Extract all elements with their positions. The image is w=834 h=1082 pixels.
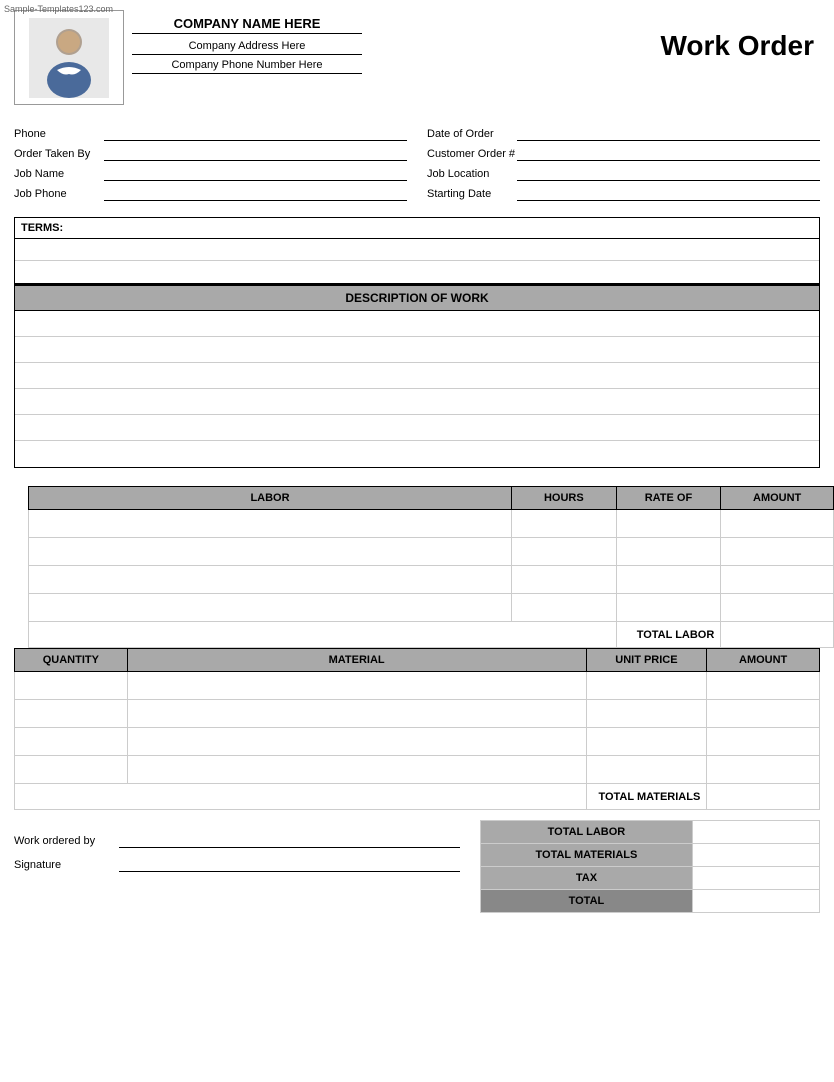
mat-row-3[interactable]	[15, 728, 820, 756]
totals-materials-value[interactable]	[692, 844, 819, 867]
job-location-row: Job Location	[427, 167, 820, 181]
material-col-header: MATERIAL	[127, 649, 586, 672]
mat-row-2[interactable]	[15, 700, 820, 728]
watermark: Sample-Templates123.com	[4, 4, 113, 14]
mat-row-4[interactable]	[15, 756, 820, 784]
rateof-col-header: RATE OF	[616, 487, 721, 510]
totals-tax-label: TAX	[481, 867, 693, 890]
customer-order-label: Customer Order #	[427, 148, 517, 160]
mat-row-1[interactable]	[15, 672, 820, 700]
job-name-label: Job Name	[14, 168, 104, 180]
totals-total-value[interactable]	[692, 890, 819, 913]
summary-section: Work ordered by Signature TOTAL LABOR TO…	[0, 810, 834, 923]
totals-labor-row: TOTAL LABOR	[481, 821, 820, 844]
customer-order-row: Customer Order #	[427, 147, 820, 161]
signature-row: Signature	[14, 858, 460, 872]
company-name: COMPANY NAME HERE	[132, 16, 362, 34]
header: COMPANY NAME HERE Company Address Here C…	[0, 0, 834, 111]
job-phone-row: Job Phone	[14, 187, 407, 201]
desc-row-4[interactable]	[15, 389, 819, 415]
form-right: Date of Order Customer Order # Job Locat…	[427, 127, 820, 207]
work-ordered-label: Work ordered by	[14, 835, 119, 847]
total-labor-row: TOTAL LABOR	[29, 622, 834, 648]
starting-date-field[interactable]	[517, 187, 820, 201]
starting-date-row: Starting Date	[427, 187, 820, 201]
date-order-field[interactable]	[517, 127, 820, 141]
desc-row-6[interactable]	[15, 441, 819, 467]
job-phone-field[interactable]	[104, 187, 407, 201]
signature-label: Signature	[14, 859, 119, 871]
terms-header: TERMS:	[15, 218, 819, 239]
desc-row-5[interactable]	[15, 415, 819, 441]
signature-field[interactable]	[119, 858, 460, 872]
total-materials-row: TOTAL MATERIALS	[15, 784, 820, 810]
labor-row-1[interactable]	[29, 510, 834, 538]
job-location-field[interactable]	[517, 167, 820, 181]
starting-date-label: Starting Date	[427, 188, 517, 200]
terms-section: TERMS:	[14, 217, 820, 284]
mat-amount-col-header: AMOUNT	[707, 649, 820, 672]
description-header: DESCRIPTION OF WORK	[15, 285, 819, 311]
totals-table: TOTAL LABOR TOTAL MATERIALS TAX TOTAL	[480, 820, 820, 913]
company-info: COMPANY NAME HERE Company Address Here C…	[132, 10, 362, 78]
date-order-row: Date of Order	[427, 127, 820, 141]
amount-col-header: AMOUNT	[721, 487, 834, 510]
totals-labor-value[interactable]	[692, 821, 819, 844]
order-taken-label: Order Taken By	[14, 148, 104, 160]
logo-box	[14, 10, 124, 105]
totals-final-row: TOTAL	[481, 890, 820, 913]
totals-materials-row: TOTAL MATERIALS	[481, 844, 820, 867]
page-title: Work Order	[660, 10, 820, 62]
totals-labor-label: TOTAL LABOR	[481, 821, 693, 844]
labor-row-4[interactable]	[29, 594, 834, 622]
desc-row-3[interactable]	[15, 363, 819, 389]
labor-header-row: LABOR HOURS RATE OF AMOUNT	[29, 487, 834, 510]
work-ordered-row: Work ordered by	[14, 834, 460, 848]
labor-table-wrapper: LABOR HOURS RATE OF AMOUNT	[14, 486, 820, 648]
logo-icon	[29, 18, 109, 98]
phone-label: Phone	[14, 128, 104, 140]
signature-section: Work ordered by Signature	[14, 820, 460, 882]
form-left: Phone Order Taken By Job Name Job Phone	[14, 127, 407, 207]
phone-row: Phone	[14, 127, 407, 141]
job-location-label: Job Location	[427, 168, 517, 180]
company-phone: Company Phone Number Here	[132, 59, 362, 74]
unitprice-col-header: UNIT PRICE	[586, 649, 707, 672]
totals-tax-row: TAX	[481, 867, 820, 890]
desc-row-2[interactable]	[15, 337, 819, 363]
job-name-field[interactable]	[104, 167, 407, 181]
materials-header-row: QUANTITY MATERIAL UNIT PRICE AMOUNT	[15, 649, 820, 672]
labor-col-header: LABOR	[29, 487, 512, 510]
totals-total-label: TOTAL	[481, 890, 693, 913]
phone-field[interactable]	[104, 127, 407, 141]
materials-table-wrapper: QUANTITY MATERIAL UNIT PRICE AMOUNT	[14, 648, 820, 810]
form-section: Phone Order Taken By Job Name Job Phone …	[0, 111, 834, 217]
customer-order-field[interactable]	[517, 147, 820, 161]
order-taken-row: Order Taken By	[14, 147, 407, 161]
terms-row-1[interactable]	[15, 239, 819, 261]
labor-row-2[interactable]	[29, 538, 834, 566]
description-section: DESCRIPTION OF WORK	[14, 284, 820, 468]
job-phone-label: Job Phone	[14, 188, 104, 200]
totals-materials-label: TOTAL MATERIALS	[481, 844, 693, 867]
date-order-label: Date of Order	[427, 128, 517, 140]
desc-row-1[interactable]	[15, 311, 819, 337]
hours-col-header: HOURS	[512, 487, 617, 510]
order-taken-field[interactable]	[104, 147, 407, 161]
terms-row-2[interactable]	[15, 261, 819, 283]
job-name-row: Job Name	[14, 167, 407, 181]
work-ordered-field[interactable]	[119, 834, 460, 848]
quantity-col-header: QUANTITY	[15, 649, 128, 672]
totals-tax-value[interactable]	[692, 867, 819, 890]
labor-row-3[interactable]	[29, 566, 834, 594]
company-address: Company Address Here	[132, 40, 362, 55]
